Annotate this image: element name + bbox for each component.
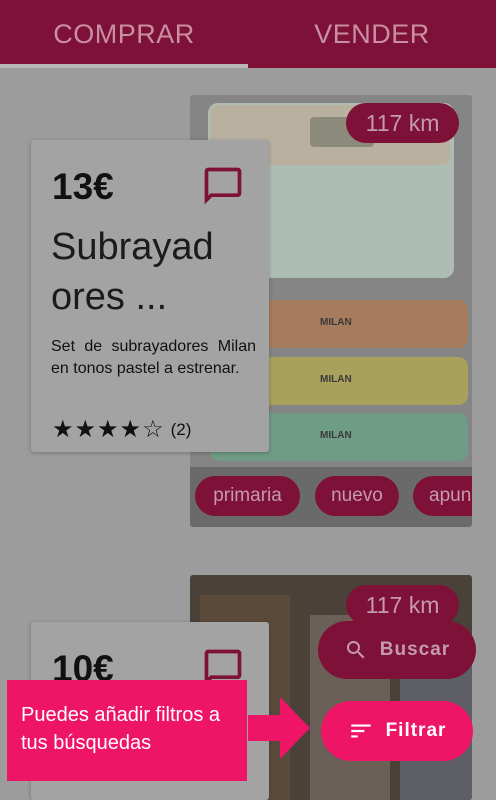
- onboarding-tooltip: Puedes añadir filtros a tus búsquedas: [7, 680, 247, 781]
- tag-chip[interactable]: primaria: [195, 476, 300, 516]
- tag-chip-list: primaria nuevo apun: [195, 476, 472, 518]
- filter-button[interactable]: Filtrar: [321, 701, 473, 761]
- tag-chip[interactable]: nuevo: [315, 476, 399, 516]
- tag-chip[interactable]: apun: [413, 476, 472, 516]
- product-card[interactable]: 13€ Subrayad ores ... Set de subrayadore…: [31, 140, 269, 452]
- search-button[interactable]: Buscar: [318, 621, 476, 679]
- sort-filter-icon: [348, 718, 374, 744]
- product-title-text: Subrayad ores ...: [51, 226, 214, 318]
- tab-comprar[interactable]: COMPRAR: [0, 0, 248, 68]
- product-title: Subrayad ores ...: [51, 222, 256, 322]
- star-rating-icons: ★★★★☆: [52, 416, 165, 443]
- product-description: Set de subrayadores Milan en tonos paste…: [51, 338, 256, 377]
- top-tab-bar: COMPRAR VENDER: [0, 0, 496, 68]
- search-icon: [344, 638, 368, 662]
- chat-icon[interactable]: [201, 164, 245, 208]
- distance-badge: 117 km: [346, 103, 459, 143]
- distance-badge: 117 km: [346, 585, 459, 625]
- tab-vender[interactable]: VENDER: [248, 0, 496, 68]
- product-price: 13€: [52, 166, 114, 207]
- search-button-label: Buscar: [379, 639, 451, 660]
- rating-count: (2): [170, 419, 192, 439]
- rating: ★★★★☆ (2): [52, 415, 191, 444]
- tooltip-arrow-icon: [248, 697, 310, 759]
- filter-button-label: Filtrar: [385, 720, 447, 741]
